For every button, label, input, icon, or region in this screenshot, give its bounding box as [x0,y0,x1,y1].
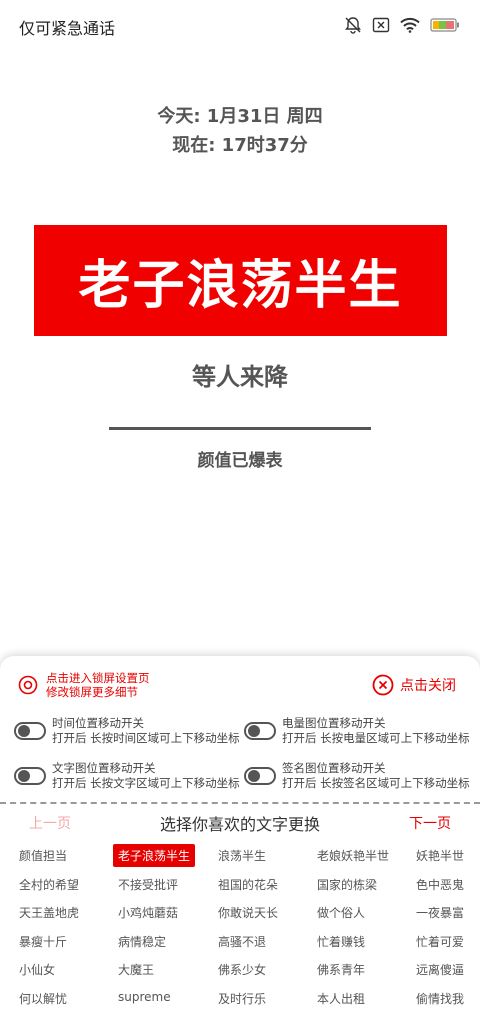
sim-x-icon [372,17,390,33]
word-row: 颜值担当 老子浪荡半生 浪荡半生 老娘妖艳半世 妖艳半世 [0,842,480,871]
word-option[interactable]: 小鸡炖蘑菇 [113,901,183,924]
word-option[interactable]: supreme [113,987,176,1007]
word-option[interactable]: 佛系少女 [213,958,271,981]
toggle-switch[interactable] [244,767,276,785]
word-row: 天王盖地虎 小鸡炖蘑菇 你敢说天长 做个俗人 一夜暴富 [0,899,480,928]
today-date[interactable]: 今天: 1月31日 周四 [0,102,480,128]
word-row: 全村的希望 不接受批评 祖国的花朵 国家的栋梁 色中恶鬼 [0,871,480,900]
status-icons [344,16,460,34]
toggle-desc: 打开后 长按文字区域可上下移动坐标 [52,776,240,790]
divider [109,427,371,430]
toggle-battery-position[interactable]: 电量图位置移动开关 打开后 长按电量区域可上下移动坐标 [244,716,470,746]
text-banner[interactable]: 老子浪荡半生 [34,225,447,336]
toggle-time-position[interactable]: 时间位置移动开关 打开后 长按时间区域可上下移动坐标 [14,716,240,746]
battery-icon [430,18,460,32]
banner-text: 老子浪荡半生 [78,256,403,316]
word-option[interactable]: 忙着赚钱 [312,930,370,953]
word-row: 何以解忧 supreme 及时行乐 本人出租 偷情找我 [0,985,480,1013]
word-option[interactable]: 做个俗人 [312,901,370,924]
word-option[interactable]: 颜值担当 [14,844,72,867]
word-row: 暴瘦十斤 病情稳定 高骚不退 忙着赚钱 忙着可爱 [0,928,480,957]
toggle-signature-position[interactable]: 签名图位置移动开关 打开后 长按签名区域可上下移动坐标 [244,761,470,791]
word-option[interactable]: 全村的希望 [14,873,84,896]
word-option[interactable]: 本人出租 [312,987,370,1010]
word-option[interactable]: 大魔王 [113,958,159,981]
word-option[interactable]: 远离傻逼 [411,958,469,981]
word-option[interactable]: 老子浪荡半生 [113,844,196,867]
word-option[interactable]: 你敢说天长 [213,901,283,924]
word-option[interactable]: 病情稳定 [113,930,171,953]
toggle-switch[interactable] [14,767,46,785]
lock-settings-line2: 修改锁屏更多细节 [46,685,138,699]
toggle-title: 签名图位置移动开关 [282,761,386,775]
target-icon [18,675,38,695]
dashed-divider [0,802,480,804]
word-option[interactable]: 老娘妖艳半世 [312,844,394,867]
signature-text[interactable]: 等人来降 [0,357,480,392]
next-page-button[interactable]: 下一页 [409,813,451,833]
word-grid: 颜值担当 老子浪荡半生 浪荡半生 老娘妖艳半世 妖艳半世全村的希望 不接受批评 祖国的花朵 国… [0,842,480,1013]
close-button[interactable]: 点击关闭 [372,674,456,696]
word-option[interactable]: 色中恶鬼 [411,873,469,896]
word-option[interactable]: 浪荡半生 [213,844,271,867]
word-option[interactable]: 小仙女 [14,958,60,981]
toggle-desc: 打开后 长按签名区域可上下移动坐标 [282,776,470,790]
word-option[interactable]: 佛系青年 [312,958,370,981]
carrier-label: 仅可紧急通话 [19,19,116,38]
battery-subtext[interactable]: 颜值已爆表 [0,446,480,471]
close-label: 点击关闭 [400,678,456,694]
word-option[interactable]: 及时行乐 [213,987,271,1010]
word-option[interactable]: 妖艳半世 [411,844,469,867]
word-option[interactable]: 一夜暴富 [411,901,469,924]
current-time[interactable]: 现在: 17时37分 [0,131,480,157]
lock-settings-line1: 点击进入锁屏设置页 [46,671,150,685]
word-option[interactable]: 偷情找我 [411,987,469,1010]
settings-panel: 点击进入锁屏设置页 修改锁屏更多细节 点击关闭 时间位置移动开关 打开后 长按时… [0,656,480,1013]
word-option[interactable]: 暴瘦十斤 [14,930,72,953]
toggle-title: 时间位置移动开关 [52,716,144,730]
word-option[interactable]: 祖国的花朵 [213,873,283,896]
wifi-icon [400,17,420,33]
toggle-text-position[interactable]: 文字图位置移动开关 打开后 长按文字区域可上下移动坐标 [14,761,240,791]
word-grid-title: 选择你喜欢的文字更换 [159,815,320,834]
toggle-title: 电量图位置移动开关 [282,716,386,730]
toggle-desc: 打开后 长按电量区域可上下移动坐标 [282,731,470,745]
word-option[interactable]: 国家的栋梁 [312,873,382,896]
status-bar: 仅可紧急通话 [0,0,480,52]
toggle-title: 文字图位置移动开关 [52,761,156,775]
word-option[interactable]: 忙着可爱 [411,930,469,953]
word-option[interactable]: 何以解忧 [14,987,72,1010]
bell-muted-icon [344,16,362,34]
word-option[interactable]: 高骚不退 [213,930,271,953]
close-icon [372,674,394,696]
toggle-desc: 打开后 长按时间区域可上下移动坐标 [52,731,240,745]
lock-settings-link[interactable]: 点击进入锁屏设置页 修改锁屏更多细节 [18,671,150,699]
toggle-switch[interactable] [244,722,276,740]
word-option[interactable]: 不接受批评 [113,873,183,896]
word-option[interactable]: 天王盖地虎 [14,901,84,924]
toggle-switch[interactable] [14,722,46,740]
word-row: 小仙女 大魔王 佛系少女 佛系青年 远离傻逼 [0,956,480,985]
